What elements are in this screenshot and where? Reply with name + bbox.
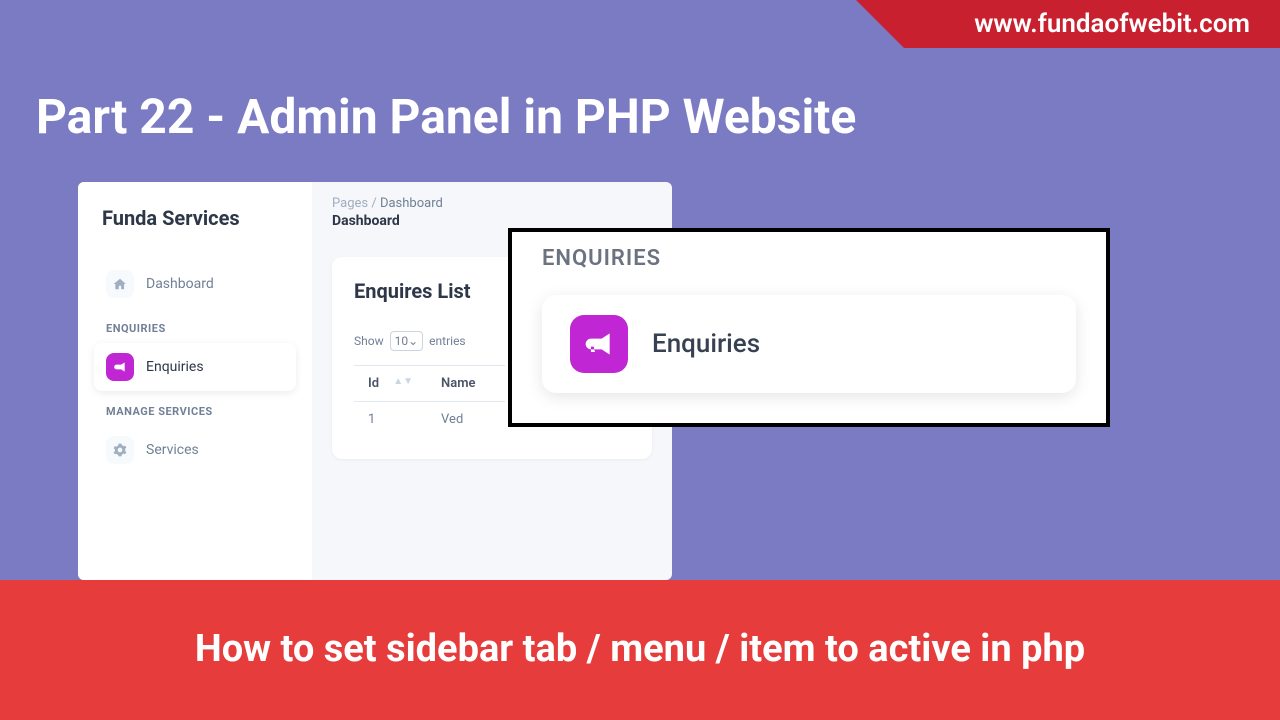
megaphone-icon	[570, 315, 628, 373]
sidebar-item-label: Services	[146, 442, 199, 458]
show-suffix: entries	[429, 334, 465, 348]
cell-id: 1	[354, 402, 427, 438]
th-name[interactable]: Name	[427, 366, 505, 402]
bottom-text: How to set sidebar tab / menu / item to …	[195, 625, 1085, 674]
breadcrumb-sep: /	[371, 196, 376, 211]
sidebar-item-dashboard[interactable]: Dashboard	[94, 260, 296, 308]
breadcrumb-parent[interactable]: Pages	[332, 196, 368, 211]
sidebar-item-label: Dashboard	[146, 276, 214, 292]
sidebar: Funda Services Dashboard ENQUIRIES Enqui…	[78, 182, 312, 580]
breadcrumb: Pages / Dashboard	[332, 196, 652, 211]
callout-box: ENQUIRIES Enquiries	[508, 228, 1110, 427]
sidebar-item-label: Enquiries	[146, 359, 204, 375]
cell-name: Ved	[427, 402, 505, 438]
sidebar-item-services[interactable]: Services	[94, 426, 296, 474]
gear-icon	[106, 436, 134, 464]
page-title: Dashboard	[332, 213, 652, 229]
chevron-down-icon: ⌄	[408, 334, 418, 348]
sidebar-section-manage: MANAGE SERVICES	[94, 391, 296, 426]
show-prefix: Show	[354, 334, 384, 348]
sidebar-item-enquiries[interactable]: Enquiries	[94, 343, 296, 391]
th-id[interactable]: Id▲▼	[354, 366, 427, 402]
sidebar-brand: Funda Services	[94, 206, 296, 230]
megaphone-icon	[106, 353, 134, 381]
callout-label: Enquiries	[652, 329, 760, 359]
main-title: Part 22 - Admin Panel in PHP Website	[36, 88, 1244, 145]
bottom-banner: How to set sidebar tab / menu / item to …	[0, 580, 1280, 720]
home-icon	[106, 270, 134, 298]
sort-icon: ▲▼	[393, 376, 413, 387]
top-banner: www.fundaofwebit.com	[904, 0, 1280, 48]
breadcrumb-current: Dashboard	[380, 196, 443, 211]
sidebar-section-enquiries: ENQUIRIES	[94, 308, 296, 343]
callout-section: ENQUIRIES	[542, 246, 1076, 271]
banner-url: www.fundaofwebit.com	[974, 9, 1250, 39]
entries-select[interactable]: 10⌄	[390, 331, 424, 351]
callout-item-enquiries[interactable]: Enquiries	[542, 295, 1076, 393]
